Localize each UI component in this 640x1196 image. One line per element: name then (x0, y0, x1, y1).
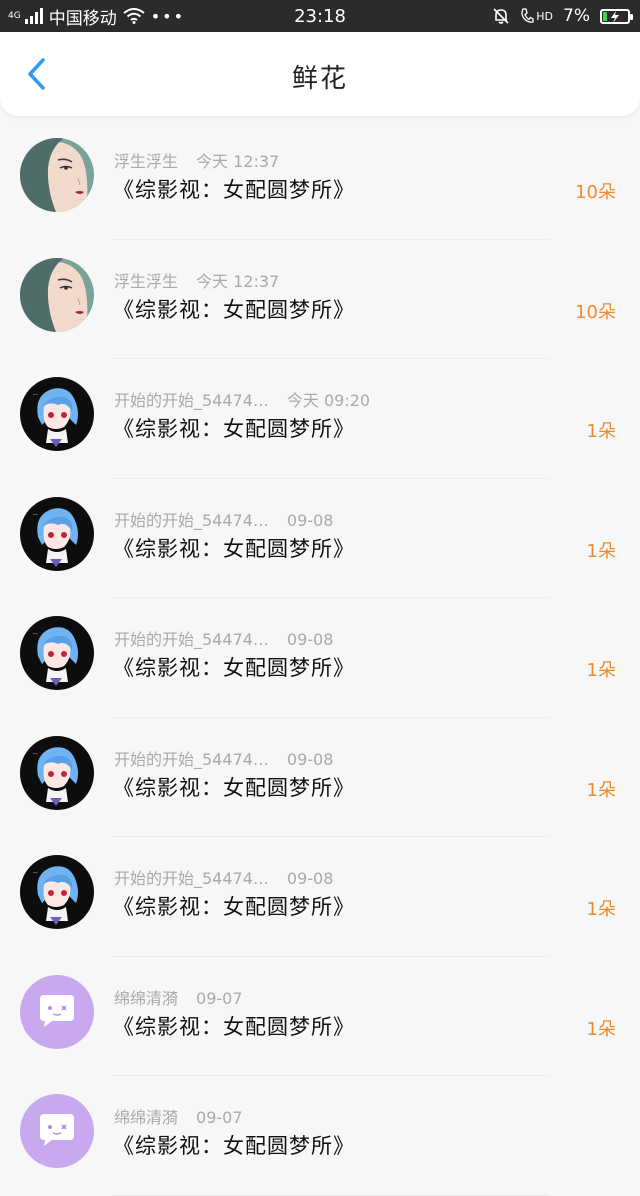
page-title: 鲜花 (291, 64, 348, 94)
item-time: 09-08 (286, 630, 334, 649)
carrier-label: 中国移动 (48, 8, 117, 29)
list-item[interactable]: ~ 开始的开始_54474… 09-08 《综影视：女配圆梦所》 1朵 (0, 598, 640, 718)
list-item[interactable]: 绵绵清漪 09-07 《综影视：女配圆梦所》 (0, 1076, 640, 1196)
book-title: 《综影视：女配圆梦所》 (113, 178, 355, 202)
book-title: 《综影视：女配圆梦所》 (113, 297, 355, 322)
list-item[interactable]: 浮生浮生 今天 12:37 《综影视：女配圆梦所》 10朵 (0, 240, 640, 359)
item-meta: 开始的开始_54474… 09-08 (114, 507, 333, 531)
avatar[interactable]: ~ (20, 855, 94, 929)
user-name: 浮生浮生 (114, 271, 179, 291)
svg-text:~: ~ (32, 510, 39, 519)
flower-count: 1朵 (586, 1018, 616, 1040)
item-time: 09-08 (286, 510, 334, 530)
list-item[interactable]: ~ 开始的开始_54474… 今天 09:20 《综影视：女配圆梦所》 1朵 (0, 359, 640, 479)
book-title: 《综影视：女配圆梦所》 (113, 895, 355, 919)
avatar[interactable]: ~ (20, 496, 94, 571)
user-name: 开始的开始_54474… (114, 749, 269, 769)
book-title: 《综影视：女配圆梦所》 (113, 775, 355, 800)
user-name: 浮生浮生 (114, 152, 179, 171)
svg-text:~: ~ (32, 390, 39, 399)
user-name: 开始的开始_54474… (114, 391, 269, 410)
avatar[interactable] (20, 257, 94, 332)
item-time: 09-07 (196, 1108, 243, 1127)
user-name: 绵绵清漪 (114, 988, 179, 1008)
book-title: 《综影视：女配圆梦所》 (113, 656, 355, 680)
flower-record-list: 浮生浮生 今天 12:37 《综影视：女配圆梦所》 10朵 浮生浮生 今天 12:3… (0, 120, 640, 1196)
phone-icon (521, 8, 534, 23)
status-bar: 4G 中国移动 ••• 23:18 HD 7% (0, 0, 640, 32)
avatar[interactable] (20, 1094, 94, 1168)
svg-text:~: ~ (32, 868, 39, 877)
user-name: 开始的开始_54474… (114, 510, 269, 530)
list-item[interactable]: 绵绵清漪 09-07 《综影视：女配圆梦所》 1朵 (0, 957, 640, 1076)
item-time: 今天 12:37 (196, 152, 280, 171)
item-time: 今天 12:37 (196, 271, 280, 291)
item-meta: 绵绵清漪 09-07 (114, 1104, 243, 1128)
user-name: 开始的开始_54474… (114, 869, 269, 888)
avatar[interactable] (20, 138, 94, 212)
flower-count: 1朵 (586, 660, 616, 681)
bell-muted-icon (493, 8, 509, 24)
user-name: 绵绵清漪 (114, 1108, 179, 1127)
svg-text:~: ~ (32, 749, 39, 758)
item-meta: 绵绵清漪 09-07 (114, 985, 243, 1009)
book-title: 《综影视：女配圆梦所》 (113, 1134, 355, 1158)
flower-count: 10朵 (575, 182, 616, 203)
avatar[interactable]: ~ (20, 735, 94, 810)
user-name: 开始的开始_54474… (114, 630, 269, 649)
list-item[interactable]: ~ 开始的开始_54474… 09-08 《综影视：女配圆梦所》 1朵 (0, 718, 640, 837)
item-meta: 浮生浮生 今天 12:37 (114, 148, 279, 172)
book-title: 《综影视：女配圆梦所》 (113, 536, 355, 561)
item-time: 今天 09:20 (286, 391, 371, 410)
item-time: 09-08 (286, 869, 334, 888)
avatar[interactable]: ~ (20, 616, 94, 690)
book-title: 《综影视：女配圆梦所》 (113, 1014, 355, 1039)
item-meta: 开始的开始_54474… 今天 09:20 (114, 387, 370, 411)
flower-count: 1朵 (586, 540, 616, 562)
battery-icon (600, 8, 633, 24)
battery-percent: 7% (563, 6, 590, 26)
item-meta: 浮生浮生 今天 12:37 (114, 268, 279, 292)
svg-text:~: ~ (32, 629, 39, 638)
wifi-icon (123, 8, 145, 24)
divider (112, 1194, 550, 1196)
item-time: 09-07 (196, 988, 243, 1008)
item-meta: 开始的开始_54474… 09-08 (114, 865, 333, 889)
list-item[interactable]: ~ 开始的开始_54474… 09-08 《综影视：女配圆梦所》 1朵 (0, 479, 640, 598)
list-item[interactable]: 浮生浮生 今天 12:37 《综影视：女配圆梦所》 10朵 (0, 120, 640, 240)
nav-header: 鲜花 (0, 32, 640, 116)
item-meta: 开始的开始_54474… 09-08 (114, 626, 333, 650)
avatar[interactable]: ~ (20, 377, 94, 451)
book-title: 《综影视：女配圆梦所》 (113, 417, 355, 441)
network-type-label: 4G (8, 10, 21, 21)
list-item[interactable]: ~ 开始的开始_54474… 09-08 《综影视：女配圆梦所》 1朵 (0, 837, 640, 957)
item-meta: 开始的开始_54474… 09-08 (114, 746, 333, 770)
more-icon: ••• (150, 6, 186, 26)
avatar[interactable] (20, 974, 94, 1049)
flower-count: 1朵 (586, 779, 616, 801)
item-time: 09-08 (286, 749, 334, 769)
flower-count: 1朵 (586, 899, 616, 920)
hd-label: HD (536, 9, 554, 23)
flower-count: 1朵 (586, 421, 616, 442)
flower-count: 10朵 (575, 301, 616, 323)
signal-icon (24, 8, 43, 24)
